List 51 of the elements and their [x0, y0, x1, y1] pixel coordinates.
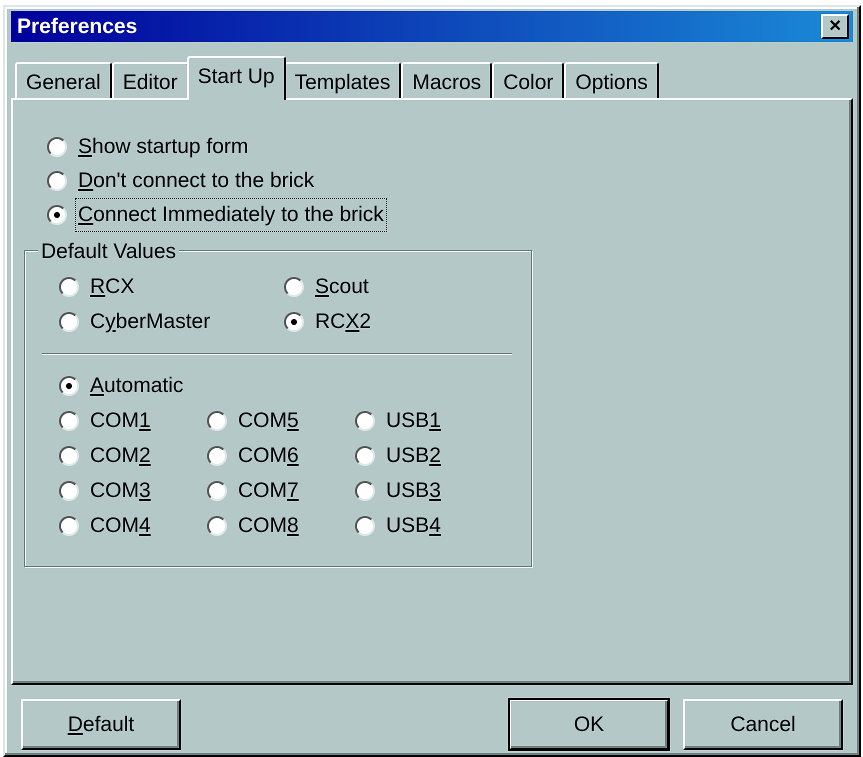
radio-option[interactable]: COM7 — [207, 473, 355, 508]
radio-option[interactable]: RCX — [59, 269, 284, 304]
radio-button[interactable] — [207, 446, 227, 466]
radio-option[interactable]: USB3 — [355, 473, 503, 508]
radio-button[interactable] — [47, 171, 67, 191]
radio-option[interactable]: Automatic — [59, 369, 186, 403]
radio-button[interactable] — [355, 516, 375, 536]
radio-option[interactable]: USB2 — [355, 438, 503, 473]
radio-button[interactable] — [355, 480, 375, 500]
radio-button[interactable] — [47, 137, 67, 157]
radio-option[interactable]: USB1 — [355, 403, 503, 438]
radio-button[interactable] — [207, 480, 227, 500]
radio-option[interactable]: COM3 — [59, 473, 207, 508]
window-title: Preferences — [17, 14, 138, 40]
radio-button[interactable] — [47, 205, 67, 225]
tab[interactable]: Editor — [112, 62, 189, 100]
radio-button[interactable] — [59, 410, 79, 430]
radio-button[interactable] — [59, 446, 79, 466]
radio-option[interactable]: CyberMaster — [59, 304, 284, 339]
radio-option[interactable]: RCX2 — [284, 304, 484, 339]
dialog-button[interactable]: Default — [21, 699, 181, 750]
radio-option[interactable]: USB4 — [355, 508, 503, 543]
radio-option[interactable]: COM4 — [59, 508, 207, 543]
radio-button[interactable] — [284, 276, 304, 296]
radio-option[interactable]: COM5 — [207, 403, 355, 438]
close-button[interactable]: ✕ — [821, 14, 849, 39]
radio-button[interactable] — [59, 480, 79, 500]
radio-button[interactable] — [207, 516, 227, 536]
dialog-button[interactable]: Cancel — [683, 699, 843, 750]
radio-option[interactable]: Show startup form — [47, 130, 252, 164]
radio-option[interactable]: COM6 — [207, 438, 355, 473]
dialog-button[interactable]: OK — [509, 699, 669, 750]
radio-option[interactable]: Don't connect to the brick — [47, 164, 318, 198]
radio-button[interactable] — [59, 276, 79, 296]
radio-button[interactable] — [59, 312, 79, 332]
radio-option[interactable]: COM8 — [207, 508, 355, 543]
radio-button[interactable] — [59, 516, 79, 536]
radio-button[interactable] — [355, 410, 375, 430]
radio-option[interactable]: COM2 — [59, 438, 207, 473]
radio-button[interactable] — [355, 446, 375, 466]
tab[interactable]: Macros — [401, 62, 492, 100]
tab[interactable]: Templates — [284, 62, 402, 100]
tab[interactable]: Options — [564, 62, 659, 100]
radio-button[interactable] — [59, 376, 79, 396]
radio-option[interactable]: Scout — [284, 269, 484, 304]
tab[interactable]: General — [15, 62, 112, 100]
radio-button[interactable] — [207, 410, 227, 430]
tab[interactable]: Color — [492, 62, 564, 100]
tab[interactable]: Start Up — [186, 56, 286, 100]
radio-button[interactable] — [284, 312, 304, 332]
radio-option[interactable]: COM1 — [59, 403, 207, 438]
